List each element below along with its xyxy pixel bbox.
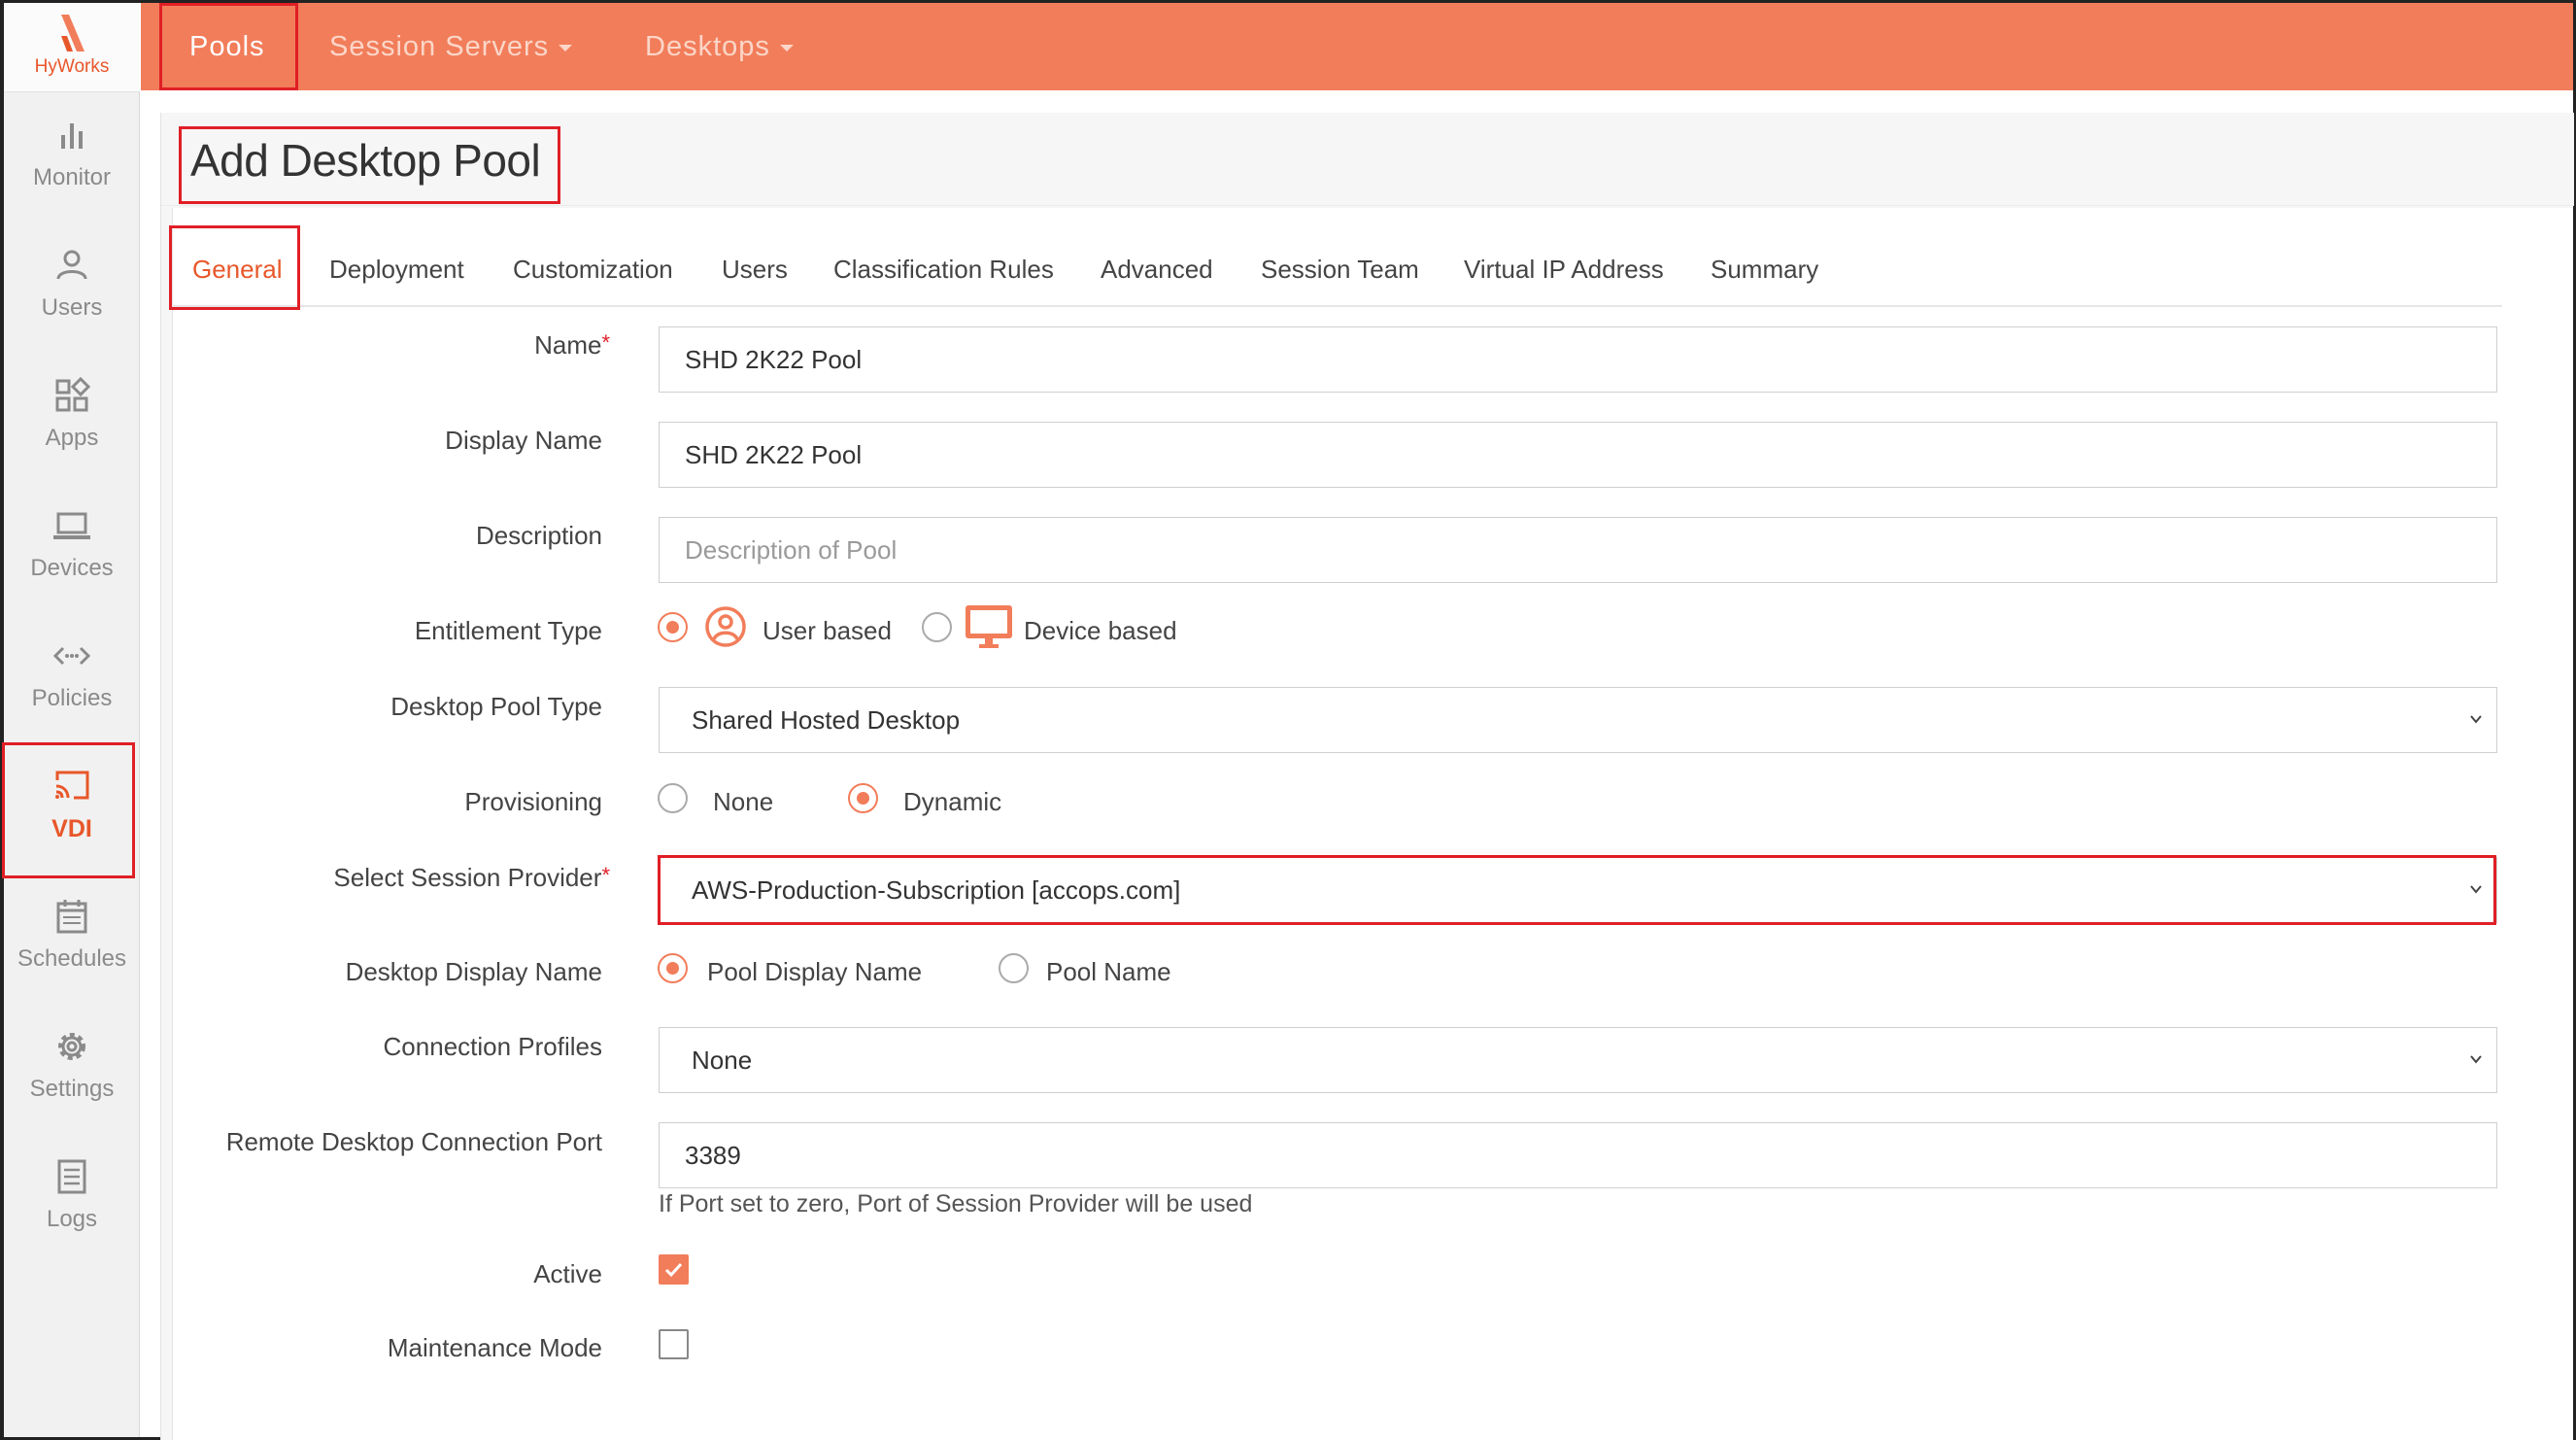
provisioning-dynamic-radio[interactable] [848,783,878,813]
pools-highlight-box [159,3,298,90]
entitlement-user-radio[interactable] [658,612,688,642]
tab-bar: General Deployment Customization Users C… [171,225,2502,307]
tab-users[interactable]: Users [722,255,788,285]
bar-chart-icon [61,123,83,149]
sidebar-item-policies[interactable]: Policies [4,615,140,745]
sidebar-item-label: Policies [31,685,113,711]
hyworks-logo-icon [61,15,85,51]
sidebar-item-settings[interactable]: Settings [4,1006,140,1136]
description-label: Description [475,521,602,550]
tab-classification-rules[interactable]: Classification Rules [833,255,1054,285]
provisioning-none-label: None [713,787,774,816]
display-name-input[interactable]: SHD 2K22 Pool [659,422,2497,488]
connection-profiles-select[interactable]: None [659,1027,2497,1093]
sidebar: HyWorks Monitor Users Apps Devices Polic… [4,3,140,1437]
rdp-port-input[interactable]: 3389 [659,1122,2497,1188]
calendar-icon [56,900,87,934]
desktop-display-name-label: Desktop Display Name [345,957,602,986]
top-navbar: Pools Session Servers Desktops [141,3,2573,90]
chevron-down-icon [2470,715,2482,724]
sidebar-item-schedules[interactable]: Schedules [4,875,140,1006]
connection-profiles-value: None [692,1046,753,1075]
tab-customization[interactable]: Customization [513,255,673,285]
nav-desktops[interactable]: Desktops [645,3,794,90]
general-tab-highlight-box [169,225,300,310]
name-input[interactable]: SHD 2K22 Pool [659,326,2497,393]
vdi-highlight-box [2,742,135,878]
required-marker: * [601,330,610,355]
sidebar-item-label: Monitor [32,164,112,190]
tab-advanced[interactable]: Advanced [1101,255,1213,285]
pool-display-name-radio[interactable] [658,953,688,983]
brand[interactable]: HyWorks [4,3,140,92]
active-label: Active [533,1259,602,1288]
connection-profiles-label: Connection Profiles [383,1032,602,1061]
description-input[interactable]: Description of Pool [659,517,2497,583]
tab-virtual-ip-address[interactable]: Virtual IP Address [1464,255,1664,285]
caret-down-icon [559,44,573,51]
sidebar-item-label: Settings [29,1076,115,1102]
active-checkbox[interactable] [659,1254,689,1285]
desktop-pool-type-value: Shared Hosted Desktop [692,705,961,735]
provisioning-none-radio[interactable] [658,783,688,813]
entitlement-user-label: User based [763,616,892,645]
checkmark-icon [664,1262,683,1278]
name-label-text: Name [534,330,602,360]
code-arrows-icon [52,646,91,666]
brand-name: HyWorks [34,56,110,77]
desktop-pool-type-label: Desktop Pool Type [390,692,602,721]
maintenance-mode-label: Maintenance Mode [387,1333,602,1362]
sidebar-item-logs[interactable]: Logs [4,1136,140,1266]
session-provider-highlight-box [658,855,2496,925]
entitlement-type-label: Entitlement Type [414,616,602,645]
nav-session-servers[interactable]: Session Servers [329,3,573,90]
required-marker: * [601,863,610,887]
user-circle-icon [705,606,746,647]
rdp-port-hint: If Port set to zero, Port of Session Pro… [659,1190,1253,1217]
rdp-port-label: Remote Desktop Connection Port [225,1127,602,1156]
pool-display-name-label: Pool Display Name [707,957,923,986]
laptop-icon [53,512,90,539]
tab-deployment[interactable]: Deployment [329,255,464,285]
document-icon [57,1159,86,1194]
sidebar-item-apps[interactable]: Apps [4,355,140,485]
sidebar-item-label: Users [41,294,103,321]
tab-session-team[interactable]: Session Team [1261,255,1419,285]
user-icon [56,250,87,280]
desktop-pool-type-select[interactable]: Shared Hosted Desktop [659,687,2497,753]
title-highlight-box [179,126,560,204]
sidebar-item-users[interactable]: Users [4,224,140,355]
entitlement-device-label: Device based [1024,616,1177,645]
nav-desktops-label: Desktops [645,31,770,62]
caret-down-icon [779,44,794,51]
session-provider-label-text: Select Session Provider [333,863,602,892]
sidebar-item-label: Devices [30,555,114,581]
pool-name-radio[interactable] [999,953,1029,983]
gear-icon [58,1033,85,1060]
chevron-down-icon [2470,1055,2482,1064]
sidebar-item-monitor[interactable]: Monitor [4,94,140,224]
pool-name-label: Pool Name [1046,957,1171,986]
entitlement-device-radio[interactable] [922,612,952,642]
monitor-icon [966,605,1012,648]
form-panel [172,208,2573,1440]
display-name-label: Display Name [445,426,602,455]
apps-grid-icon [55,376,91,412]
nav-session-servers-label: Session Servers [329,31,550,62]
sidebar-item-devices[interactable]: Devices [4,485,140,615]
provisioning-label: Provisioning [464,787,602,816]
provisioning-dynamic-label: Dynamic [903,787,1002,816]
name-label: Name* [153,330,610,360]
tab-summary[interactable]: Summary [1711,255,1818,285]
sidebar-item-label: Schedules [17,945,127,972]
sidebar-item-label: Logs [46,1206,98,1232]
session-provider-label: Select Session Provider* [153,863,610,893]
maintenance-mode-checkbox[interactable] [659,1329,689,1359]
sidebar-item-label: Apps [45,425,99,451]
